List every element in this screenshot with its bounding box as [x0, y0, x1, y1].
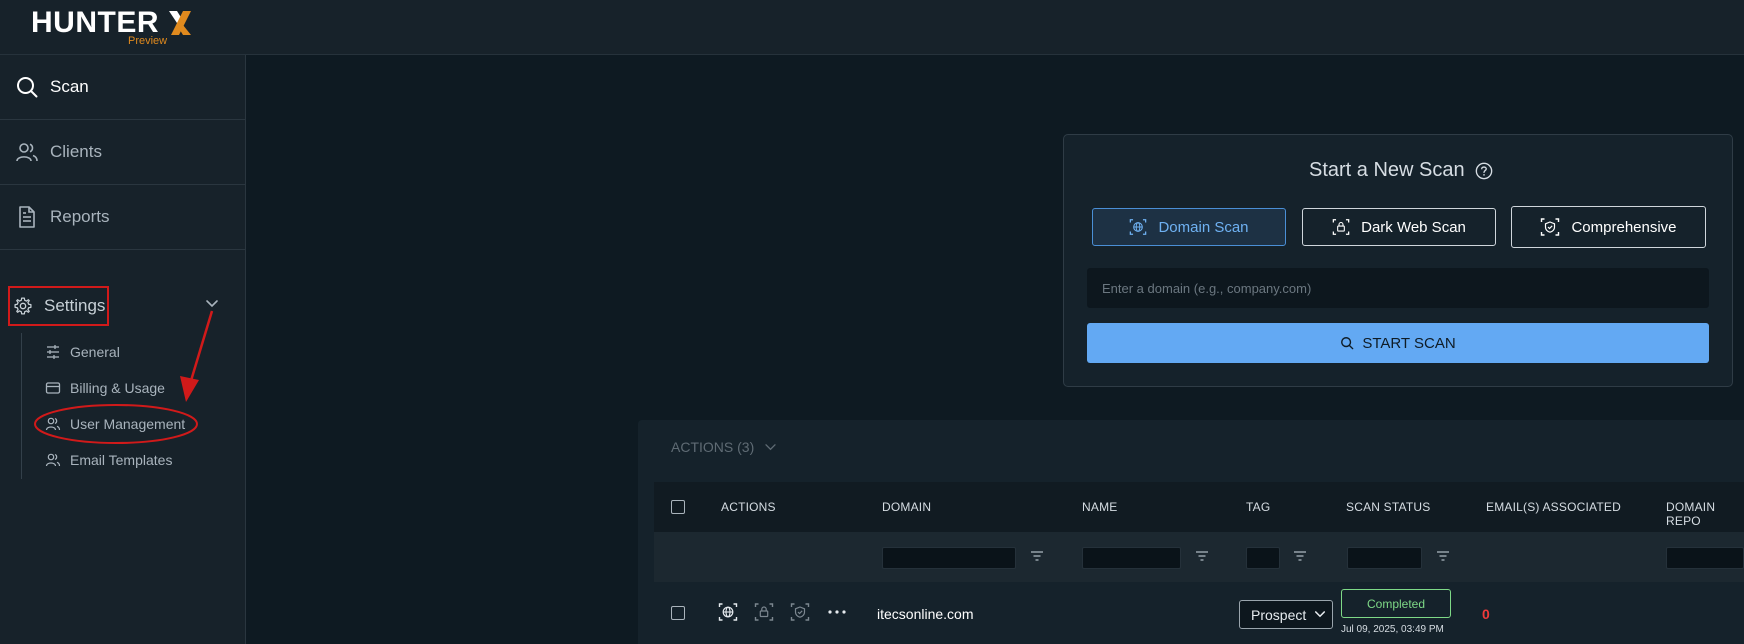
table-header: ACTIONS DOMAIN NAME TAG SCAN STATUS EMAI… [654, 482, 1744, 532]
column-header-scan-status[interactable]: SCAN STATUS [1346, 500, 1430, 514]
select-all-checkbox[interactable] [671, 500, 685, 514]
column-header-actions: ACTIONS [721, 500, 776, 514]
domain-cell[interactable]: itecsonline.com [877, 606, 974, 622]
lock-scan-icon [1332, 219, 1350, 235]
filter-icon[interactable] [1030, 551, 1044, 561]
sidebar-item-clients[interactable]: Clients [0, 120, 245, 185]
column-header-emails-associated[interactable]: EMAIL(S) ASSOCIATED [1486, 500, 1621, 514]
users-icon [45, 417, 61, 431]
users-icon [16, 143, 38, 162]
lock-scan-icon[interactable] [754, 602, 774, 622]
filter-icon[interactable] [1293, 551, 1307, 561]
scans-table-panel: ACTIONS (3) ACTIONS DOMAIN NAME TAG SCAN… [638, 420, 1744, 644]
column-header-domain-report[interactable]: DOMAIN REPO [1666, 500, 1744, 528]
sidebar-subitem-label: General [70, 344, 120, 360]
comprehensive-scan-label: Comprehensive [1571, 218, 1677, 236]
users-icon [45, 453, 61, 467]
sidebar-item-label: Reports [50, 207, 110, 226]
domain-scan-label: Domain Scan [1158, 218, 1249, 236]
sidebar-subitem-email-templates[interactable]: Email Templates [45, 450, 172, 470]
column-header-tag[interactable]: TAG [1246, 500, 1270, 514]
new-scan-card: Start a New Scan Domain Scan Dark Web Sc… [1063, 134, 1733, 387]
sidebar-item-label: Clients [50, 142, 102, 161]
scan-card-title: Start a New Scan [1309, 159, 1465, 181]
status-filter-input[interactable] [1347, 547, 1422, 569]
shield-scan-icon[interactable] [790, 602, 810, 622]
domain-input[interactable] [1087, 268, 1709, 308]
credit-card-icon [45, 382, 61, 394]
shield-scan-icon [1541, 218, 1560, 236]
gear-icon [14, 297, 32, 315]
bulk-actions-dropdown[interactable]: ACTIONS (3) [671, 439, 777, 455]
email-count[interactable]: 0 [1482, 606, 1490, 622]
table-filter-row [654, 532, 1744, 582]
dark-web-scan-label: Dark Web Scan [1361, 218, 1466, 236]
document-icon [19, 206, 35, 228]
submenu-guide-line [21, 333, 22, 479]
more-options-icon[interactable] [828, 610, 846, 614]
sidebar-subitem-general[interactable]: General [45, 342, 120, 362]
sidebar-subitem-label: Email Templates [70, 452, 173, 468]
sidebar-subitem-label: Billing & Usage [70, 380, 165, 396]
status-badge: Completed [1341, 589, 1451, 618]
filter-icon[interactable] [1195, 551, 1209, 561]
tag-select[interactable]: Prospect [1239, 600, 1333, 629]
column-header-name[interactable]: NAME [1082, 500, 1117, 514]
chevron-down-icon [765, 443, 776, 450]
row-checkbox[interactable] [671, 606, 685, 620]
chevron-down-icon[interactable] [205, 299, 219, 309]
domain-scan-button[interactable]: Domain Scan [1092, 208, 1286, 246]
status-badge-label: Completed [1366, 596, 1426, 611]
search-icon [1341, 337, 1354, 350]
sidebar: Scan Clients Reports Settings General Bi… [0, 55, 246, 644]
tag-filter-input[interactable] [1246, 547, 1280, 569]
top-bar: HUNTER Preview [0, 0, 1744, 55]
domain-filter-input[interactable] [882, 547, 1016, 569]
scan-card-header: Start a New Scan [1309, 159, 1493, 182]
sidebar-subitem-billing[interactable]: Billing & Usage [45, 378, 165, 398]
bulk-actions-label: ACTIONS (3) [671, 439, 755, 455]
status-timestamp: Jul 09, 2025, 03:49 PM [1341, 624, 1444, 635]
domain-report-filter-input[interactable] [1666, 547, 1744, 569]
brand-x-icon [169, 11, 191, 35]
tag-select-value: Prospect [1251, 606, 1307, 623]
name-filter-input[interactable] [1082, 547, 1181, 569]
filter-icon[interactable] [1436, 551, 1450, 561]
search-icon [17, 77, 38, 98]
sidebar-item-scan[interactable]: Scan [0, 55, 245, 120]
sidebar-subitem-user-management[interactable]: User Management [45, 414, 185, 434]
brand-badge: Preview [128, 35, 168, 47]
start-scan-label: START SCAN [1362, 334, 1456, 352]
sidebar-item-label: Scan [50, 77, 89, 96]
globe-scan-icon[interactable] [718, 602, 738, 622]
sidebar-item-reports[interactable]: Reports [0, 185, 245, 250]
start-scan-button[interactable]: START SCAN [1087, 323, 1709, 363]
sidebar-item-settings-label: Settings [44, 296, 106, 315]
chevron-down-icon [1314, 611, 1326, 618]
globe-scan-icon [1130, 219, 1147, 235]
comprehensive-scan-button[interactable]: Comprehensive [1511, 206, 1706, 248]
sliders-icon [47, 345, 59, 359]
column-header-domain[interactable]: DOMAIN [882, 500, 931, 514]
dark-web-scan-button[interactable]: Dark Web Scan [1302, 208, 1496, 246]
table-row[interactable]: itecsonline.com Prospect Completed Jul 0… [654, 582, 1744, 644]
sidebar-subitem-label: User Management [70, 416, 186, 432]
help-icon[interactable] [1475, 162, 1493, 180]
